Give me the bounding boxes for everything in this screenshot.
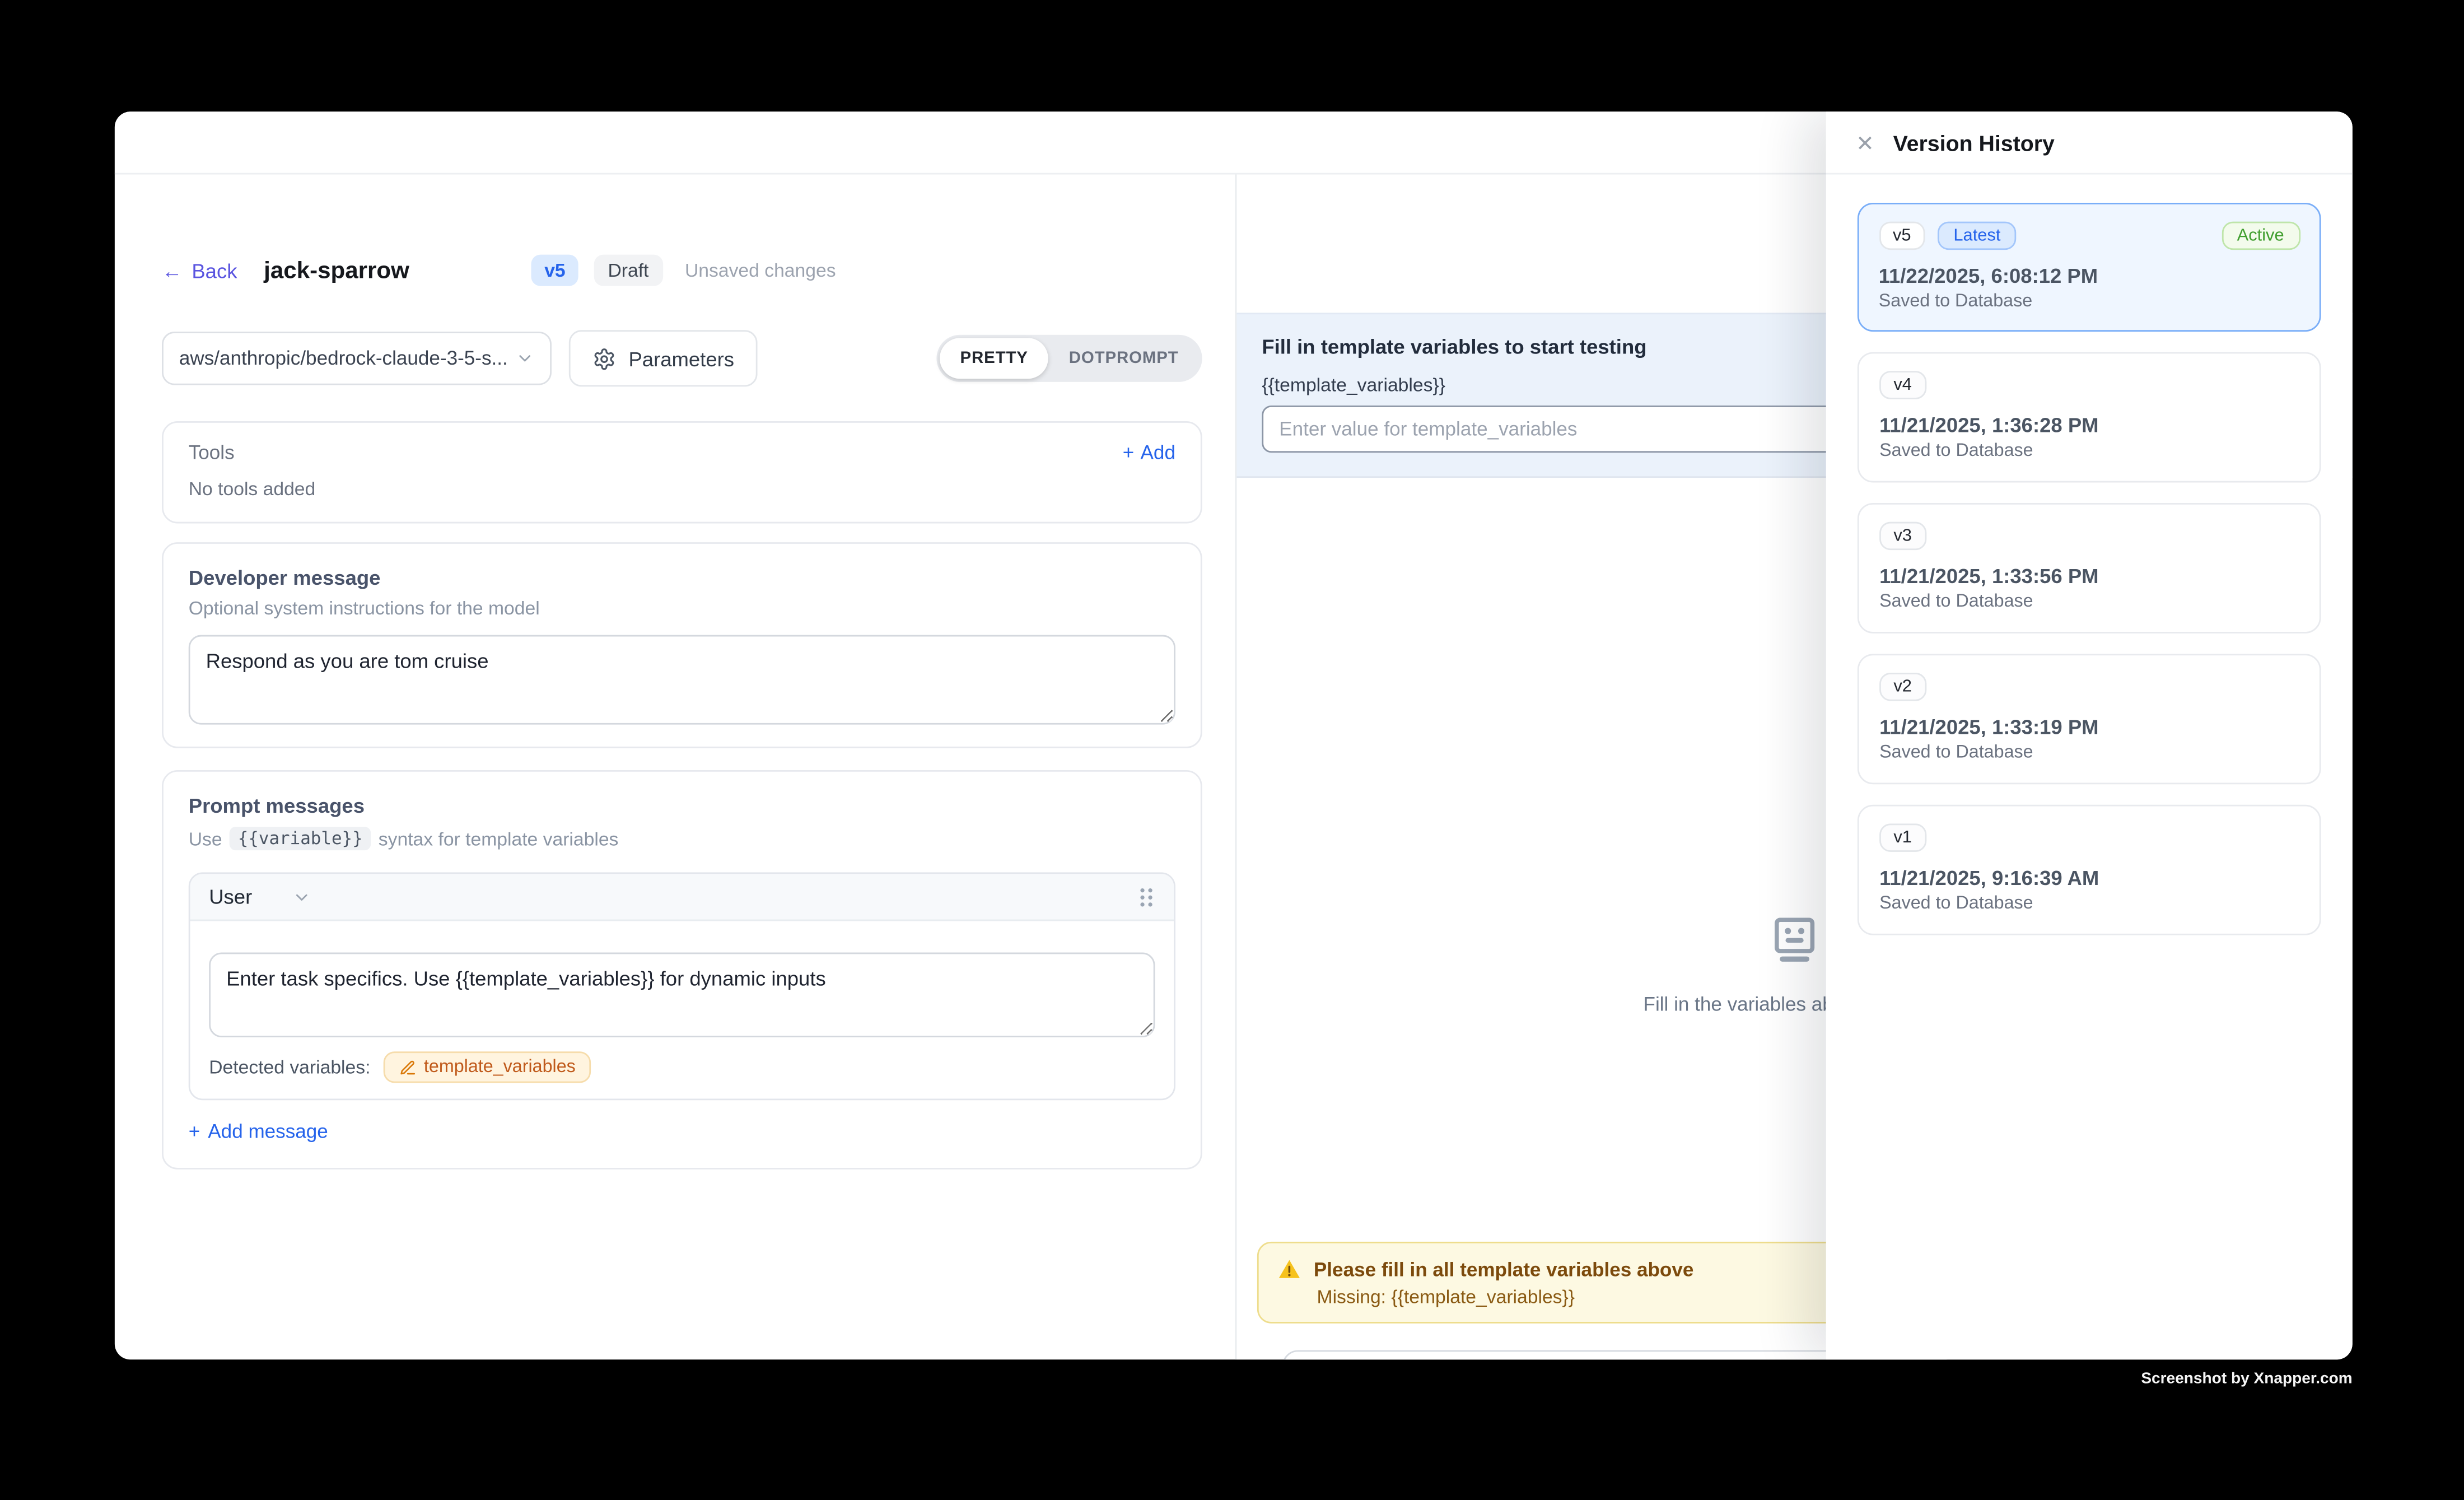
screenshot-stage: ← Back jack-sparrow v5 Draft Unsaved cha…: [0, 0, 2464, 1500]
developer-message-textarea[interactable]: Respond as you are tom cruise: [189, 635, 1175, 725]
template-variable-chip[interactable]: template_variables: [383, 1051, 591, 1083]
pencil-icon: [399, 1059, 416, 1076]
active-badge: Active: [2222, 221, 2300, 249]
prompt-messages-section: Prompt messages Use {{variable}} syntax …: [162, 770, 1202, 1170]
page-title: jack-sparrow: [264, 257, 409, 284]
latest-badge: Latest: [1938, 221, 2016, 249]
app-window: ← Back jack-sparrow v5 Draft Unsaved cha…: [115, 111, 2353, 1359]
title-row: ← Back jack-sparrow v5 Draft Unsaved cha…: [162, 250, 1202, 291]
back-arrow-icon: ←: [162, 259, 182, 282]
prompt-editor-column: ← Back jack-sparrow v5 Draft Unsaved cha…: [115, 174, 1237, 1359]
draft-status-badge: Draft: [594, 255, 663, 286]
version-history-panel: ✕ Version History v5 Latest Active 11/22…: [1826, 111, 2353, 1359]
version-timestamp: 11/21/2025, 9:16:39 AM: [1879, 866, 2299, 889]
message-body: Enter task specifics. Use {{template_var…: [190, 921, 1174, 1037]
version-number-badge: v3: [1879, 522, 1926, 551]
chevron-down-icon[interactable]: [293, 887, 312, 906]
message-textarea[interactable]: Enter task specifics. Use {{template_var…: [209, 953, 1155, 1038]
prompt-messages-title: Prompt messages: [189, 794, 1175, 817]
version-card-v1[interactable]: v1 11/21/2025, 9:16:39 AM Saved to Datab…: [1858, 805, 2321, 935]
version-timestamp: 11/21/2025, 1:33:19 PM: [1879, 715, 2299, 739]
version-badges-row: v2: [1879, 673, 2299, 701]
parameters-label: Parameters: [628, 347, 734, 370]
version-source: Saved to Database: [1879, 895, 2299, 914]
version-source: Saved to Database: [1879, 292, 2300, 311]
version-history-header: ✕ Version History: [1826, 111, 2353, 174]
model-select-value: aws/anthropic/bedrock-claude-3-5-s...: [179, 347, 508, 369]
view-mode-toggle: PRETTY DOTPROMPT: [936, 335, 1202, 382]
version-card-v4[interactable]: v4 11/21/2025, 1:36:28 PM Saved to Datab…: [1858, 352, 2321, 483]
subtitle-prefix: Use: [189, 827, 222, 849]
tools-header: Tools + Add: [189, 442, 1175, 464]
version-badges-row: v5 Latest Active: [1879, 221, 2300, 249]
version-source: Saved to Database: [1879, 442, 2299, 461]
warning-title: Please fill in all template variables ab…: [1314, 1258, 1693, 1280]
model-toolbar: aws/anthropic/bedrock-claude-3-5-s... Pa…: [162, 330, 1202, 386]
version-source: Saved to Database: [1879, 743, 2299, 762]
prompt-messages-subtitle: Use {{variable}} syntax for template var…: [189, 827, 1175, 850]
xnapper-watermark: Screenshot by Xnapper.com: [2141, 1371, 2352, 1388]
subtitle-suffix: syntax for template variables: [379, 827, 619, 849]
toggle-dotprompt[interactable]: DOTPROMPT: [1048, 338, 1199, 379]
version-badges-row: v4: [1879, 371, 2299, 399]
developer-message-title: Developer message: [189, 566, 1175, 589]
unsaved-changes-text: Unsaved changes: [685, 259, 836, 281]
chevron-down-icon: [515, 349, 534, 368]
tools-section: Tools + Add No tools added: [162, 421, 1202, 523]
version-timestamp: 11/22/2025, 6:08:12 PM: [1879, 263, 2300, 287]
add-tool-button[interactable]: + Add: [1123, 442, 1175, 464]
detected-variables-row: Detected variables: template_variables: [190, 1037, 1174, 1098]
detected-variables-label: Detected variables:: [209, 1056, 370, 1078]
role-select[interactable]: User: [209, 885, 252, 909]
message-header: User: [190, 874, 1174, 921]
version-badges-row: v1: [1879, 823, 2299, 852]
tools-empty-text: No tools added: [189, 478, 1175, 500]
bot-face-icon: [1768, 913, 1821, 966]
version-card-v3[interactable]: v3 11/21/2025, 1:33:56 PM Saved to Datab…: [1858, 503, 2321, 633]
message-block: User Enter task specifics. Use {{templat…: [189, 872, 1175, 1100]
version-card-v2[interactable]: v2 11/21/2025, 1:33:19 PM Saved to Datab…: [1858, 654, 2321, 784]
version-number-badge: v5: [1879, 221, 1925, 249]
template-variable-chip-label: template_variables: [424, 1058, 576, 1077]
version-history-title: Version History: [1893, 130, 2055, 155]
version-timestamp: 11/21/2025, 1:33:56 PM: [1879, 564, 2299, 588]
version-list: v5 Latest Active 11/22/2025, 6:08:12 PM …: [1826, 174, 2353, 984]
version-source: Saved to Database: [1879, 593, 2299, 612]
version-number-badge: v4: [1879, 371, 1926, 399]
variable-syntax-chip: {{variable}}: [230, 827, 371, 850]
add-message-button[interactable]: + Add message: [189, 1121, 1175, 1143]
tools-title: Tools: [189, 442, 235, 464]
add-tool-label: Add: [1141, 442, 1175, 464]
gear-icon: [592, 347, 616, 370]
drag-handle-icon[interactable]: [1138, 886, 1155, 907]
close-icon[interactable]: ✕: [1856, 131, 1874, 153]
developer-message-section: Developer message Optional system instru…: [162, 542, 1202, 748]
back-label: Back: [192, 259, 237, 282]
warning-icon: [1277, 1257, 1301, 1281]
version-badges-row: v3: [1879, 522, 2299, 551]
version-badge: v5: [532, 255, 578, 286]
add-message-label: Add message: [208, 1121, 328, 1143]
version-number-badge: v2: [1879, 673, 1926, 701]
plus-icon: +: [1123, 442, 1135, 464]
developer-message-subtitle: Optional system instructions for the mod…: [189, 597, 1175, 619]
parameters-button[interactable]: Parameters: [569, 330, 758, 386]
back-button[interactable]: ← Back: [162, 259, 237, 282]
version-card-v5[interactable]: v5 Latest Active 11/22/2025, 6:08:12 PM …: [1858, 203, 2321, 332]
toggle-pretty[interactable]: PRETTY: [940, 338, 1048, 379]
version-timestamp: 11/21/2025, 1:36:28 PM: [1879, 413, 2299, 437]
version-number-badge: v1: [1879, 823, 1926, 852]
model-select[interactable]: aws/anthropic/bedrock-claude-3-5-s...: [162, 332, 552, 385]
plus-icon: +: [189, 1121, 200, 1143]
